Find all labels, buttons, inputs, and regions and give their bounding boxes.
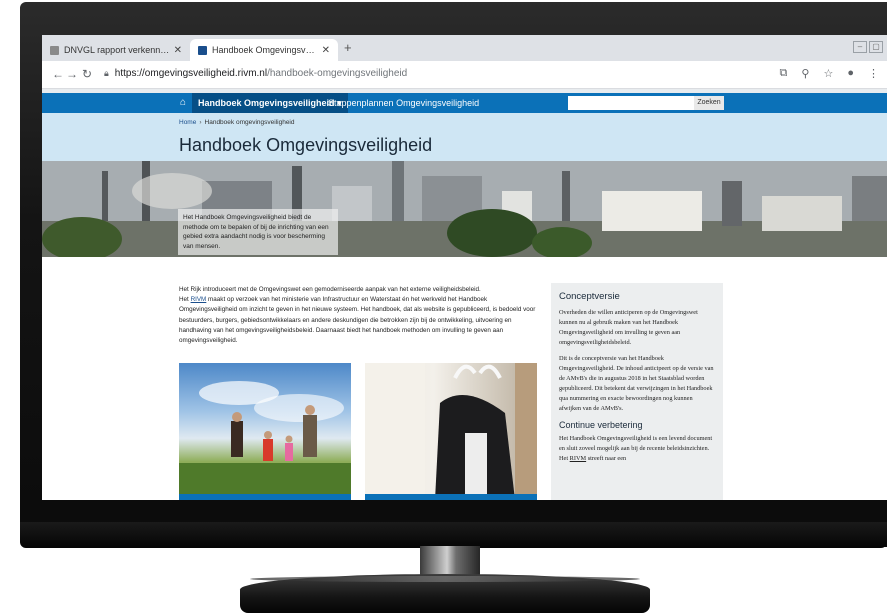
sidebar-paragraph-3: Het Handboek Omgevingsveiligheid is een …	[559, 434, 715, 464]
breadcrumb-current: Handboek omgevingsveiligheid	[204, 119, 295, 126]
translate-icon[interactable]: ⧉	[780, 67, 788, 80]
tab-handboek[interactable]: Handboek Omgevingsveiligheid ✕	[190, 39, 338, 61]
maximize-icon[interactable]: ▢	[869, 41, 883, 53]
address-bar: ← → ↻ 🔒︎ https://omgevingsveiligheid.rivm…	[42, 61, 887, 89]
screen: DNVGL rapport verkenning wate ✕ Handboek…	[42, 35, 887, 500]
reload-icon[interactable]: ↻	[82, 67, 92, 81]
back-arrow-icon[interactable]: ←	[52, 67, 64, 81]
sidebar-paragraph-2: Dit is de conceptversie van het Handboek…	[559, 355, 714, 412]
zoom-icon[interactable]: ⚲	[801, 67, 809, 80]
search-button[interactable]: Zoeken	[694, 96, 724, 110]
tab-dnvgl[interactable]: DNVGL rapport verkenning wate ✕	[42, 39, 190, 61]
url-field[interactable]: 🔒︎ https://omgevingsveiligheid.rivm.nl/ha…	[104, 68, 407, 79]
page-title: Handboek Omgevingsveiligheid	[179, 135, 433, 155]
forward-arrow-icon[interactable]: →	[66, 67, 78, 81]
sidebar-heading-continue-verbetering: Continue verbetering	[559, 420, 643, 430]
address-bar-actions: ⧉ ⚲ ☆ ● ⋮	[780, 67, 879, 80]
intro-p2-after: maakt op verzoek van het ministerie van …	[179, 296, 536, 345]
url-path: /handboek-omgevingsveiligheid	[267, 68, 408, 79]
url-host: https://omgevingsveiligheid.rivm.nl	[114, 68, 268, 79]
title-band: Home › Handboek omgevingsveiligheid Handbo…	[42, 113, 887, 161]
sidebar-p3-after: streeft naar een	[586, 455, 627, 462]
site-nav: ⌂ Handboek Omgevingsveiligheid ▾ Stappen…	[42, 93, 887, 113]
rivm-favicon-icon	[198, 45, 207, 55]
window-controls: – ▢	[853, 41, 883, 53]
sidebar-heading-conceptversie: Conceptversie	[559, 291, 620, 302]
lock-icon: 🔒︎	[104, 68, 109, 78]
close-tab-icon[interactable]: ✕	[174, 45, 182, 56]
intro-p2-before: Het	[179, 296, 191, 304]
sidebar-rivm-link[interactable]: RIVM	[570, 455, 586, 462]
nav-item-stappenplannen[interactable]: Stappenplannen Omgevingsveiligheid	[328, 93, 479, 113]
coat-hanger-photo	[365, 363, 537, 500]
rivm-link[interactable]: RIVM	[191, 296, 207, 303]
breadcrumb: Home › Handboek omgevingsveiligheid	[179, 119, 295, 126]
coat-photo-card[interactable]	[365, 363, 537, 500]
tab-title: DNVGL rapport verkenning wate	[64, 45, 170, 55]
new-tab-icon[interactable]: +	[344, 40, 352, 55]
hero-image: Het Handboek Omgevingsveiligheid biedt d…	[42, 161, 887, 257]
family-walking-photo	[179, 381, 351, 500]
monitor-chin	[20, 522, 887, 548]
industrial-plant-illustration	[42, 161, 887, 257]
monitor-base-rim	[250, 576, 640, 582]
breadcrumb-separator-icon: ›	[199, 119, 202, 126]
concept-sidebar: Conceptversie Overheden die willen antic…	[551, 283, 723, 500]
tab-title: Handboek Omgevingsveiligheid	[212, 45, 318, 55]
nav-item-handboek[interactable]: Handboek Omgevingsveiligheid ▾	[192, 93, 348, 113]
intro-paragraph-1: Het Rijk introduceert met de Omgevingswe…	[179, 286, 481, 293]
card-bar	[365, 494, 537, 500]
close-tab-icon[interactable]: ✕	[322, 45, 330, 56]
intro-paragraph-2: Het RIVM maakt op verzoek van het minist…	[179, 295, 539, 346]
intro-text: Het Rijk introduceert met de Omgevingswe…	[179, 285, 539, 346]
card-bar	[179, 494, 351, 500]
family-photo-card[interactable]	[179, 363, 351, 500]
sidebar-paragraph-1: Overheden die willen anticiperen op de O…	[559, 309, 698, 346]
stage: DNVGL rapport verkenning wate ✕ Handboek…	[0, 0, 887, 613]
monitor-neck	[420, 546, 480, 576]
hero-caption: Het Handboek Omgevingsveiligheid biedt d…	[178, 209, 338, 255]
home-icon[interactable]: ⌂	[180, 97, 186, 108]
site-search-input[interactable]	[568, 96, 694, 110]
profile-icon[interactable]: ●	[847, 67, 854, 80]
minimize-icon[interactable]: –	[853, 41, 867, 53]
breadcrumb-home[interactable]: Home	[179, 119, 196, 126]
page-favicon-icon	[50, 45, 59, 55]
tab-bar: DNVGL rapport verkenning wate ✕ Handboek…	[42, 35, 887, 61]
bookmark-star-icon[interactable]: ☆	[823, 67, 833, 80]
menu-dots-icon[interactable]: ⋮	[868, 67, 879, 80]
